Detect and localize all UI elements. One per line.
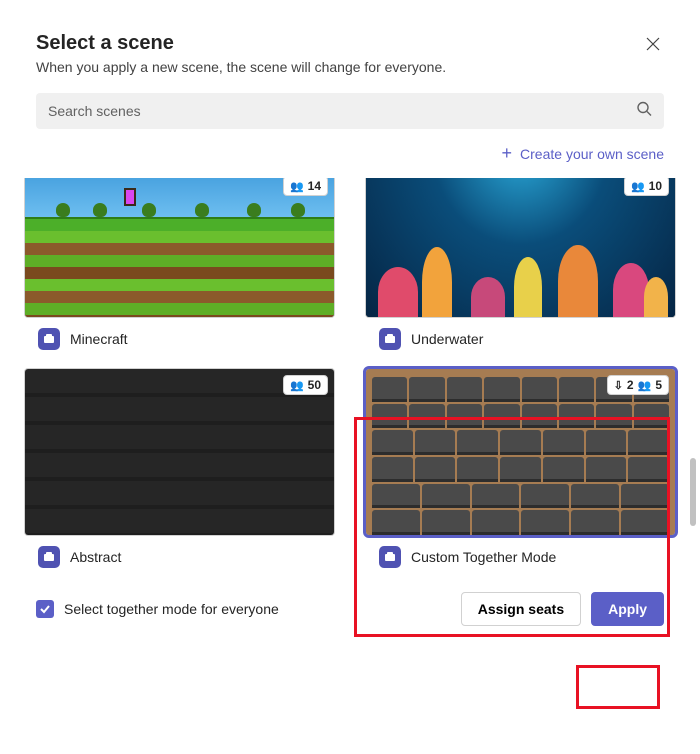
assign-seats-button[interactable]: Assign seats [461, 592, 581, 626]
search-input[interactable] [36, 93, 664, 129]
apply-button[interactable]: Apply [591, 592, 664, 626]
scene-label: Abstract [70, 549, 121, 565]
scene-label: Custom Together Mode [411, 549, 556, 565]
scene-icon [38, 546, 60, 568]
capacity-badge: 👥 14 [283, 178, 328, 196]
scene-icon [379, 328, 401, 350]
people-icon: 👥 [638, 379, 652, 392]
plus-icon: + [502, 143, 513, 164]
checkbox-label: Select together mode for everyone [64, 601, 279, 617]
checkbox-icon [36, 600, 54, 618]
capacity-value: 50 [308, 378, 321, 392]
scene-card-custom[interactable]: ⇩ 2 👥 5 Custom Together Mode [365, 368, 676, 568]
capacity-badge: 👥 50 [283, 375, 328, 395]
scene-icon [379, 546, 401, 568]
search-icon [636, 101, 652, 122]
close-button[interactable] [642, 32, 664, 58]
create-scene-link[interactable]: + Create your own scene [36, 143, 664, 164]
close-icon [646, 37, 660, 51]
scene-card-underwater[interactable]: 👥 10 Underwater [365, 178, 676, 350]
capacity-value: 14 [308, 179, 321, 193]
scene-label: Minecraft [70, 331, 128, 347]
scene-thumb-custom: ⇩ 2 👥 5 [365, 368, 676, 536]
capacity-value: 10 [649, 179, 662, 193]
capacity-value: 5 [655, 378, 662, 392]
people-icon: 👥 [290, 379, 304, 392]
scene-thumb-abstract: 👥 50 [24, 368, 335, 536]
dialog-title: Select a scene [36, 32, 446, 55]
capacity-badge: 👥 10 [624, 178, 669, 196]
scene-thumb-minecraft: 👥 14 [24, 178, 335, 318]
scene-label: Underwater [411, 331, 483, 347]
create-scene-label: Create your own scene [520, 146, 664, 162]
annotation-highlight [576, 665, 660, 709]
scrollbar[interactable] [690, 458, 696, 526]
presenter-icon: ⇩ [614, 379, 623, 392]
presenter-value: 2 [627, 378, 634, 392]
people-icon: 👥 [290, 180, 304, 193]
scene-thumb-underwater: 👥 10 [365, 178, 676, 318]
scene-card-minecraft[interactable]: 👥 14 Minecraft [24, 178, 335, 350]
capacity-badge: ⇩ 2 👥 5 [607, 375, 669, 395]
people-icon: 👥 [631, 180, 645, 193]
scene-card-abstract[interactable]: 👥 50 Abstract [24, 368, 335, 568]
dialog-subtitle: When you apply a new scene, the scene wi… [36, 59, 446, 75]
scene-icon [38, 328, 60, 350]
together-mode-checkbox[interactable]: Select together mode for everyone [36, 600, 279, 618]
